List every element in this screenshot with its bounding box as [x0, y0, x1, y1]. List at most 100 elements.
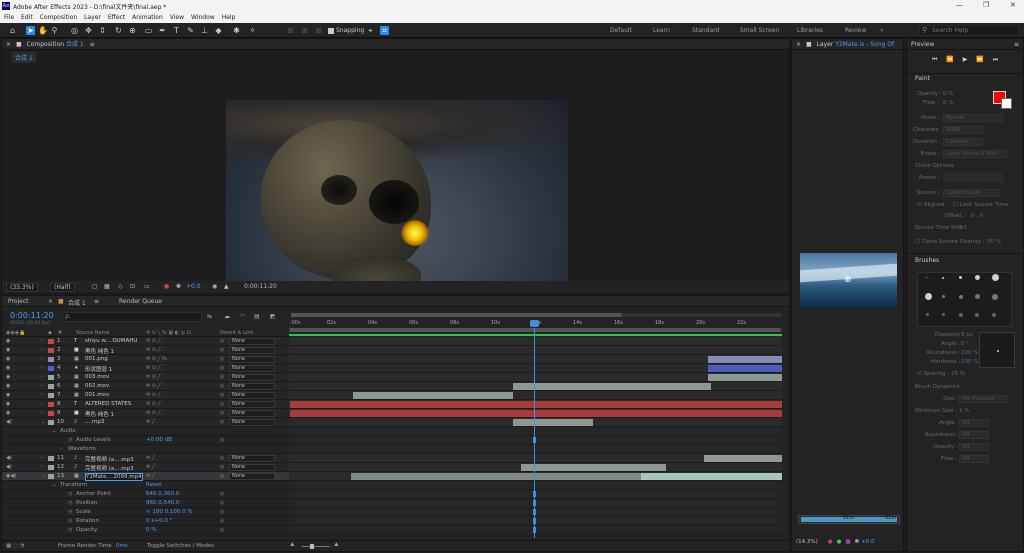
layer-label-color[interactable] — [48, 393, 54, 398]
layer-bar[interactable] — [708, 365, 782, 372]
prop-value[interactable]: 960.0,540.0 — [146, 500, 179, 506]
prop-anchor-point[interactable]: ◷ Anchor Point 640.0,360.0 ◎ — [2, 490, 289, 499]
panel-menu-icon[interactable]: ≡ — [90, 41, 95, 48]
workspace-more-icon[interactable]: » — [880, 27, 884, 34]
menu-layer[interactable]: Layer — [84, 12, 101, 23]
layer-exposure[interactable]: +0.0 — [861, 539, 874, 545]
layer-row-2[interactable]: ◉ › 2 ■ 黑色 纯色 1 ✲ ⊙ ╱ ◎ None — [2, 346, 289, 355]
menu-composition[interactable]: Composition — [40, 12, 77, 23]
visibility-eye-icon[interactable]: ◉ — [6, 338, 10, 344]
shy-layers-icon[interactable]: ◠ — [240, 313, 245, 320]
visibility-eye-icon[interactable]: ◉ — [6, 410, 10, 416]
angle-value[interactable]: 0 ° — [961, 341, 969, 347]
layer-bar[interactable] — [708, 374, 782, 381]
composition-name[interactable]: 合成 1 — [66, 41, 84, 48]
exposure-icon[interactable]: ✽ — [855, 539, 860, 545]
zoom-slider[interactable] — [302, 544, 330, 549]
audio-speaker-icon[interactable]: ◀) — [6, 455, 12, 461]
menu-animation[interactable]: Animation — [132, 12, 163, 23]
lock-icon[interactable]: ■ — [16, 41, 22, 48]
axis-local-icon[interactable]: ⊞ — [286, 26, 295, 35]
footer-icons[interactable]: ▦ ◌ ◔ — [6, 543, 24, 549]
layer-name[interactable]: 001.png — [85, 356, 143, 362]
brush-tips-grid[interactable] — [917, 272, 1012, 327]
layer-label-color[interactable] — [48, 375, 54, 380]
layer-name[interactable]: ....mp3 — [85, 419, 143, 425]
layer-switches[interactable]: ✲ ⊙ ╱ — [146, 392, 161, 398]
layer-bar[interactable] — [704, 455, 782, 462]
timeline-search-input[interactable]: ρ. — [62, 312, 202, 322]
collapse-caret-icon[interactable]: ⌄ — [41, 473, 45, 479]
pen-tool-icon[interactable]: ✒ — [158, 26, 167, 35]
layer-switches[interactable]: ✲ ╱ — [146, 419, 155, 425]
snap-option-icon[interactable]: ⌖ — [366, 26, 375, 35]
expand-caret-icon[interactable]: › — [41, 410, 43, 416]
playhead-handle[interactable] — [530, 320, 539, 327]
brush-tip[interactable] — [959, 276, 962, 279]
audio-levels-value[interactable]: +0.00 dB — [146, 437, 172, 443]
search-help-input[interactable]: ⚲ Search Help — [919, 25, 1019, 36]
brush-tip[interactable] — [926, 313, 929, 316]
workspace-small-screen[interactable]: Small Screen — [740, 27, 779, 34]
layer-switches[interactable]: ✲ ⊙ ╱ — [146, 347, 161, 353]
stopwatch-icon[interactable]: ◷ — [68, 437, 72, 443]
visibility-eye-icon[interactable]: ◉ — [6, 383, 10, 389]
layer-name[interactable]: 003.mov — [85, 374, 143, 380]
prop-opacity[interactable]: ◷ Opacity 0 % ◎ — [2, 526, 289, 535]
parent-dropdown[interactable]: None — [229, 464, 275, 471]
workspace-standard[interactable]: Standard — [692, 27, 719, 34]
parent-dropdown[interactable]: None — [229, 401, 275, 408]
show-snapshot-icon[interactable]: ▲ — [224, 283, 229, 290]
layer-name[interactable]: 完整视频 (a....mp3 — [85, 455, 143, 463]
parent-dropdown[interactable]: None — [229, 338, 275, 345]
parent-dropdown[interactable]: None — [229, 392, 275, 399]
zoom-tool-icon[interactable]: ⚲ — [50, 26, 59, 35]
layer-name[interactable]: shiyu w....OUMAHU — [85, 338, 143, 344]
first-frame-icon[interactable]: ⏮ — [932, 56, 937, 63]
brush-tip[interactable] — [975, 313, 979, 317]
parent-dropdown[interactable]: None — [229, 419, 275, 426]
menu-effect[interactable]: Effect — [108, 12, 125, 23]
pan-tool-icon[interactable]: ✥ — [84, 26, 93, 35]
paint-opacity-value[interactable]: 0 % — [943, 91, 953, 97]
audio-levels-row[interactable]: ◷ Audio Levels +0.00 dB ◎ — [2, 436, 289, 445]
expand-caret-icon[interactable]: › — [41, 383, 43, 389]
audio-speaker-icon[interactable]: ◀) — [6, 464, 12, 470]
last-frame-icon[interactable]: ⏭ — [993, 56, 998, 63]
orbit-tool-icon[interactable]: ◎ — [70, 26, 79, 35]
expand-caret-icon[interactable]: ⌄ — [52, 428, 57, 434]
layer-name[interactable]: 002.mov — [85, 383, 143, 389]
workspace-review[interactable]: Review — [845, 27, 866, 34]
expand-caret-icon[interactable]: › — [41, 338, 43, 344]
channel-red-icon[interactable]: ● — [828, 539, 833, 545]
channel-blue-icon[interactable]: ■ — [845, 539, 850, 545]
comp-timecode[interactable]: 0:00:11:20 — [244, 283, 277, 290]
prop-rotation[interactable]: ◷ Rotation 0 x+0.0 ° ◎ — [2, 517, 289, 526]
close-icon[interactable]: ✕ — [1010, 1, 1016, 9]
snapping-checkbox[interactable] — [328, 27, 334, 34]
visibility-eye-icon[interactable]: ◉ — [6, 356, 10, 362]
clone-presets[interactable] — [943, 173, 1003, 182]
layer-bar[interactable] — [290, 410, 782, 417]
visibility-eye-icon[interactable]: ◉ — [6, 401, 10, 407]
min-size-value[interactable]: 1 % — [959, 408, 969, 414]
next-frame-icon[interactable]: ⏩ — [976, 56, 983, 63]
hardness-value[interactable]: 100 % — [961, 359, 978, 365]
layer-bar[interactable] — [290, 401, 782, 408]
layer-bar[interactable] — [513, 383, 711, 390]
layer-label-color[interactable] — [48, 420, 54, 425]
pick-whip-icon[interactable]: ◎ — [220, 419, 224, 425]
menu-help[interactable]: Help — [222, 12, 236, 23]
brush-tip[interactable] — [926, 277, 927, 278]
layer-bar[interactable] — [351, 473, 641, 480]
layer-row-4[interactable]: ◉ › 4 ★ 形状图层 1 ✲ ⊙ ╱ ◎ None — [2, 364, 289, 373]
close-tab-icon[interactable]: × — [48, 298, 53, 305]
layer-bar[interactable] — [513, 419, 593, 426]
color-management-icon[interactable]: ● — [164, 283, 169, 290]
draft-3d-icon[interactable]: ☁ — [224, 313, 230, 320]
transparency-grid-icon[interactable]: ▦ — [104, 283, 110, 290]
time-navigator[interactable] — [291, 313, 782, 317]
layer-label-color[interactable] — [48, 465, 54, 470]
expand-caret-icon[interactable]: › — [41, 356, 43, 362]
layer-row-9[interactable]: ◉ › 9 ■ 黑色 纯色 1 ✲ ⊙ ╱ ◎ None — [2, 409, 289, 418]
